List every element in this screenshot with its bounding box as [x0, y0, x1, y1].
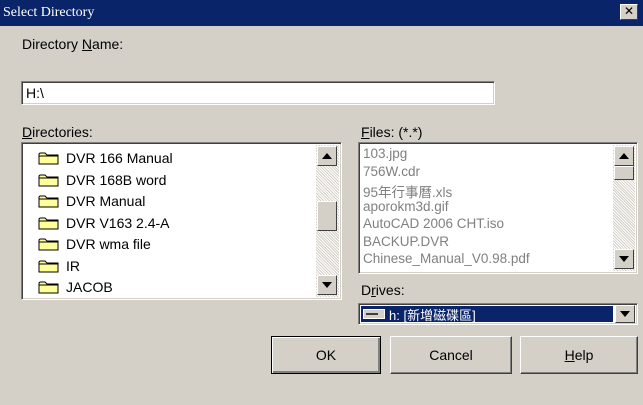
files-label: Files: (*.*): [361, 124, 423, 140]
files-scrollbar[interactable]: [613, 145, 635, 271]
directory-name-input[interactable]: H:\: [21, 81, 495, 105]
directory-item-label: DVR 168B word: [66, 171, 167, 188]
files-list[interactable]: 103.jpg 756W.cdr 95年行事曆.xls aporokm3d.gif Au…: [358, 142, 638, 274]
folder-icon: [38, 152, 59, 165]
scroll-thumb[interactable]: [317, 201, 337, 231]
close-icon: ✕: [623, 4, 635, 18]
drives-selected-item: h: [新增磁碟區]: [361, 306, 613, 323]
directory-item[interactable]: DVR 168B word: [38, 168, 166, 192]
ok-button[interactable]: OK: [271, 336, 381, 374]
directory-name-label: Directory Name:: [22, 36, 124, 52]
directories-label: Directories:: [22, 124, 93, 140]
file-item[interactable]: 756W.cdr: [363, 164, 420, 181]
arrow-down-icon: [619, 256, 629, 262]
arrow-up-icon: [322, 153, 332, 159]
directory-name-value: H:\: [26, 85, 44, 101]
arrow-down-icon: [322, 282, 332, 288]
scroll-up-button[interactable]: [317, 146, 337, 166]
directory-item[interactable]: DVR 166 Manual: [38, 146, 173, 170]
file-item[interactable]: aporokm3d.gif: [363, 199, 449, 216]
window-title: Select Directory: [3, 5, 95, 20]
file-item[interactable]: AutoCAD 2006 CHT.iso: [363, 216, 504, 233]
file-item[interactable]: 103.jpg: [363, 146, 407, 163]
folder-icon: [38, 217, 59, 229]
scroll-up-button[interactable]: [614, 146, 634, 166]
cancel-button[interactable]: Cancel: [390, 336, 512, 374]
drives-label: Drives:: [361, 282, 405, 298]
help-button[interactable]: Help: [520, 336, 638, 374]
directory-item[interactable]: JACOB: [38, 275, 113, 299]
drives-dropdown-button[interactable]: [615, 305, 635, 323]
directory-item[interactable]: DVR wma file: [38, 232, 151, 256]
directory-item-label: DVR 166 Manual: [66, 150, 173, 166]
file-item[interactable]: Chinese_Manual_V0.98.pdf: [363, 251, 530, 268]
folder-icon: [38, 195, 59, 208]
directory-item-label: JACOB: [66, 279, 113, 295]
drives-selected-value: h: [新增磁碟區]: [389, 307, 476, 323]
directories-list[interactable]: DVR 166 Manual DVR 168B word DVR Manual DVR…: [21, 142, 342, 300]
close-button[interactable]: ✕: [620, 4, 638, 20]
folder-icon: [38, 238, 59, 251]
drive-icon: [363, 309, 385, 319]
folder-icon: [38, 174, 59, 186]
file-item[interactable]: BACKUP.DVR: [363, 234, 449, 251]
arrow-up-icon: [619, 153, 629, 159]
chevron-down-icon: [620, 311, 630, 317]
directory-item[interactable]: DVR Manual: [38, 189, 145, 213]
folder-icon: [38, 281, 59, 294]
file-item[interactable]: 95年行事曆.xls: [363, 181, 452, 200]
scroll-down-button[interactable]: [317, 275, 337, 295]
directory-item-label: DVR wma file: [66, 236, 151, 252]
directory-item-label: DVR V163 2.4-A: [66, 214, 170, 231]
directories-scrollbar[interactable]: [316, 145, 339, 297]
scroll-down-button[interactable]: [614, 249, 634, 269]
directory-item-label: IR: [66, 257, 80, 274]
folder-icon: [38, 260, 59, 272]
drives-select[interactable]: h: [新增磁碟區]: [358, 303, 638, 325]
directory-item[interactable]: DVR V163 2.4-A: [38, 211, 170, 235]
directory-item[interactable]: IR: [38, 254, 80, 278]
title-bar[interactable]: Select Directory ✕: [0, 0, 643, 26]
scroll-thumb[interactable]: [614, 166, 634, 180]
directory-item-label: DVR Manual: [66, 193, 146, 209]
